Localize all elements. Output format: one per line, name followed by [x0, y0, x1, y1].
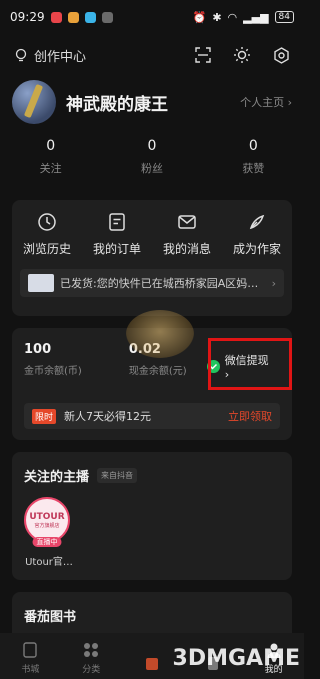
- promo-text: 新人7天必得12元: [64, 410, 152, 423]
- coin-balance-value: 100: [24, 342, 52, 357]
- highlight-annotation-box: [208, 338, 292, 390]
- nav-label: 书城: [21, 665, 40, 675]
- signal-icon: ▂▄▆: [243, 10, 269, 24]
- wifi-icon: ◠: [227, 10, 238, 24]
- stat-label: 粉丝: [140, 162, 163, 175]
- stat-value: 0: [248, 138, 258, 154]
- status-bar: 09:29 ⏰ ✱ ◠ ▂▄▆ 84: [0, 0, 304, 34]
- newbie-promo-banner[interactable]: 限时 新人7天必得12元 立即领取: [24, 403, 280, 429]
- battery-indicator: 84: [274, 11, 294, 23]
- limited-time-tag: 限时: [32, 408, 57, 424]
- alarm-icon: ⏰: [192, 10, 207, 24]
- logistics-notice[interactable]: 已发货:您的快件已在城西桥家园A区妈… ›: [20, 269, 284, 297]
- theme-sun-icon[interactable]: [233, 46, 251, 64]
- function-label: 浏览历史: [22, 242, 71, 256]
- section-title: 关注的主播: [24, 470, 90, 485]
- streamer-name: Utour官…: [25, 557, 73, 568]
- streamer-logo-text: UTOUR: [29, 511, 65, 522]
- become-writer-button[interactable]: 成为作家: [222, 212, 292, 257]
- creator-center-button[interactable]: 创作中心: [14, 46, 86, 65]
- pen-icon: [249, 214, 265, 230]
- welfare-icon: [145, 658, 158, 670]
- nav-category[interactable]: 分类: [61, 641, 122, 675]
- site-watermark: 3DMGAME: [172, 646, 300, 671]
- streamer-logo-subtext: 官方旗舰店: [34, 522, 60, 529]
- function-label: 我的消息: [162, 242, 211, 256]
- notification-app-icon: [101, 11, 113, 23]
- grid-icon: [84, 643, 99, 657]
- my-orders-button[interactable]: 我的订单: [82, 212, 152, 257]
- coin-balance[interactable]: 100 金币余额(币): [24, 342, 129, 377]
- chevron-right-icon: ›: [271, 276, 276, 290]
- function-label: 成为作家: [232, 242, 281, 256]
- username: 神武殿的康王: [66, 94, 168, 115]
- stat-label: 获赞: [242, 162, 265, 175]
- claim-now-link[interactable]: 立即领取: [228, 408, 272, 424]
- streamer-item[interactable]: UTOUR 官方旗舰店 直播中 Utour官…: [24, 497, 74, 568]
- scan-icon[interactable]: [195, 47, 211, 63]
- notification-app-icon: [67, 11, 79, 23]
- stats-row: 0 关注 0 粉丝 0 获赞: [0, 128, 304, 188]
- notice-text: 已发货:您的快件已在城西桥家园A区妈…: [60, 277, 259, 290]
- creator-center-label: 创作中心: [34, 49, 87, 65]
- stat-value: 0: [46, 138, 56, 154]
- notification-app-icon: [50, 11, 62, 23]
- bluetooth-icon: ✱: [212, 10, 222, 24]
- clock-icon: [38, 213, 56, 231]
- my-messages-button[interactable]: 我的消息: [152, 212, 222, 257]
- stat-label: 关注: [39, 162, 62, 175]
- status-time: 09:29: [10, 10, 45, 24]
- function-label: 我的订单: [92, 242, 141, 256]
- avatar[interactable]: [12, 80, 56, 124]
- live-badge: 直播中: [32, 537, 62, 547]
- stat-following[interactable]: 0 关注: [0, 138, 101, 188]
- personal-homepage-link[interactable]: 个人主页 ›: [240, 94, 292, 110]
- browsing-history-button[interactable]: 浏览历史: [12, 212, 82, 257]
- cash-balance-label: 现金余额(元): [128, 366, 187, 377]
- order-icon: [109, 213, 125, 231]
- book-icon: [23, 642, 38, 658]
- coin-balance-label: 金币余额(币): [24, 366, 82, 377]
- stat-value: 0: [147, 138, 157, 154]
- profile-header[interactable]: 神武殿的康王 个人主页 ›: [0, 76, 304, 128]
- followed-streamers-card: 关注的主播 来自抖音 UTOUR 官方旗舰店 直播中 Utour官…: [12, 452, 292, 580]
- section-title: 番茄图书: [24, 610, 77, 625]
- package-thumbnail: [28, 274, 54, 292]
- lightbulb-icon: [15, 48, 27, 62]
- streamer-avatar: UTOUR 官方旗舰店 直播中: [24, 497, 70, 547]
- nav-label: 分类: [82, 665, 101, 675]
- source-tag: 来自抖音: [97, 468, 138, 483]
- top-bar: 创作中心: [0, 34, 304, 76]
- stat-likes[interactable]: 0 获赞: [203, 138, 304, 188]
- nav-bookstore[interactable]: 书城: [0, 641, 61, 675]
- mascot-watermark-image: [126, 310, 194, 358]
- mail-icon: [178, 215, 196, 229]
- stat-followers[interactable]: 0 粉丝: [101, 138, 202, 188]
- settings-gear-icon[interactable]: [273, 46, 290, 64]
- functions-card: 浏览历史 我的订单 我的消息 成为作家 已发货:您的快件已在城西桥家园A区妈… …: [12, 200, 292, 316]
- notification-app-icon: [84, 11, 96, 23]
